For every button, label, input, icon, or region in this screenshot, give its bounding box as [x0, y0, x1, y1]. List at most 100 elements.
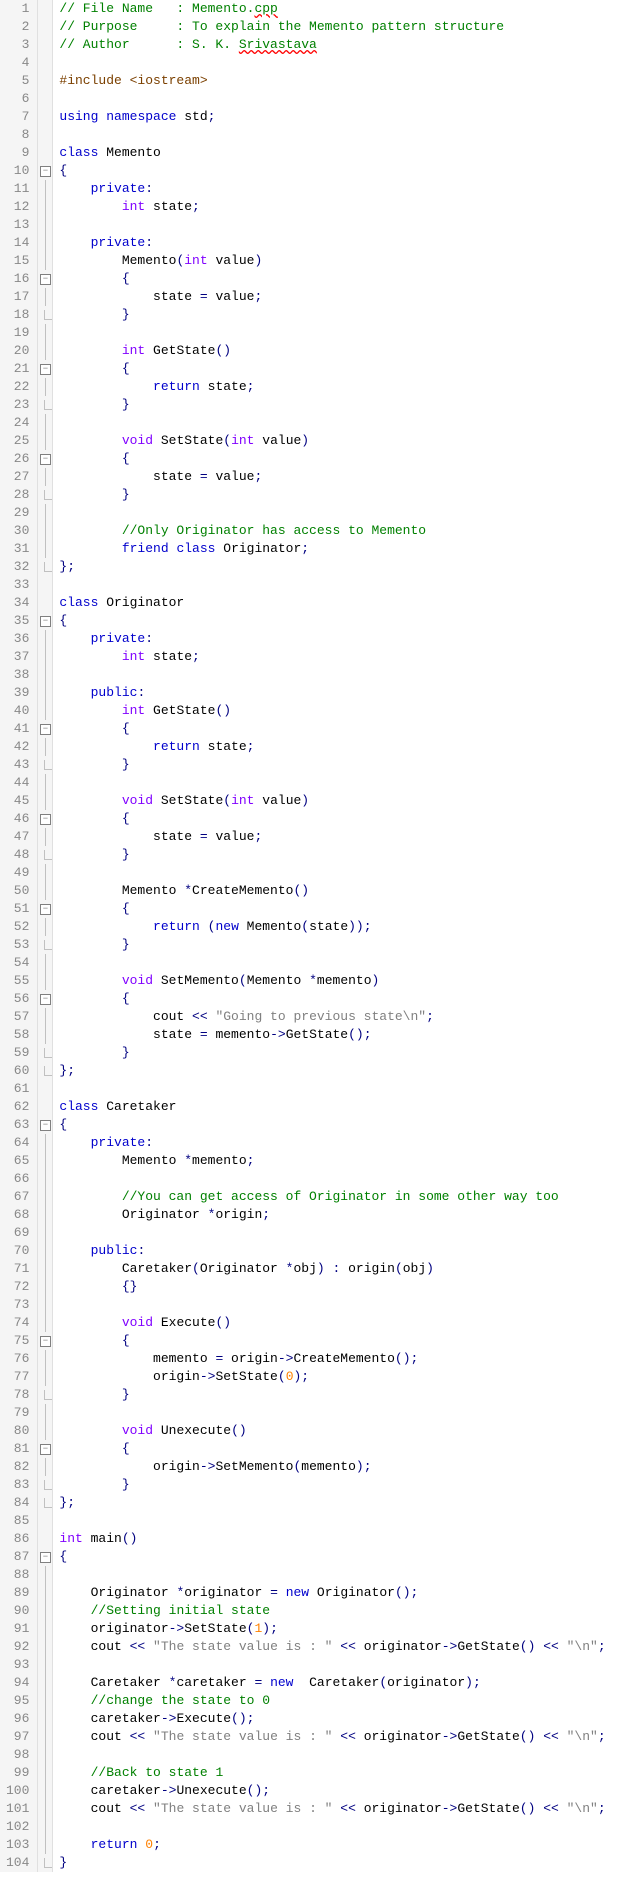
- code-line[interactable]: memento = origin->CreateMemento();: [59, 1350, 605, 1368]
- code-line[interactable]: class Memento: [59, 144, 605, 162]
- fold-marker[interactable]: −: [38, 270, 52, 288]
- code-line[interactable]: origin->SetState(0);: [59, 1368, 605, 1386]
- code-line[interactable]: Memento(int value): [59, 252, 605, 270]
- code-line[interactable]: void Unexecute(): [59, 1422, 605, 1440]
- code-line[interactable]: friend class Originator;: [59, 540, 605, 558]
- code-line[interactable]: [59, 576, 605, 594]
- code-line[interactable]: private:: [59, 234, 605, 252]
- fold-marker[interactable]: −: [38, 612, 52, 630]
- code-line[interactable]: [59, 126, 605, 144]
- code-line[interactable]: state = value;: [59, 288, 605, 306]
- fold-marker[interactable]: −: [38, 162, 52, 180]
- code-line[interactable]: int main(): [59, 1530, 605, 1548]
- code-line[interactable]: };: [59, 558, 605, 576]
- code-line[interactable]: using namespace std;: [59, 108, 605, 126]
- code-line[interactable]: void SetState(int value): [59, 432, 605, 450]
- code-line[interactable]: public:: [59, 684, 605, 702]
- code-line[interactable]: {: [59, 720, 605, 738]
- fold-marker[interactable]: −: [38, 720, 52, 738]
- code-line[interactable]: // Author : S. K. Srivastava: [59, 36, 605, 54]
- code-line[interactable]: {: [59, 810, 605, 828]
- code-line[interactable]: }: [59, 306, 605, 324]
- fold-marker[interactable]: −: [38, 810, 52, 828]
- code-line[interactable]: class Caretaker: [59, 1098, 605, 1116]
- fold-marker[interactable]: −: [38, 1440, 52, 1458]
- code-line[interactable]: [59, 90, 605, 108]
- code-line[interactable]: int state;: [59, 648, 605, 666]
- code-line[interactable]: [59, 1296, 605, 1314]
- code-line[interactable]: };: [59, 1062, 605, 1080]
- code-line[interactable]: cout << "The state value is : " << origi…: [59, 1638, 605, 1656]
- code-line[interactable]: }: [59, 1044, 605, 1062]
- code-line[interactable]: // File Name : Memento.cpp: [59, 0, 605, 18]
- code-line[interactable]: [59, 504, 605, 522]
- code-line[interactable]: void Execute(): [59, 1314, 605, 1332]
- code-line[interactable]: caretaker->Execute();: [59, 1710, 605, 1728]
- code-line[interactable]: int GetState(): [59, 702, 605, 720]
- code-line[interactable]: [59, 414, 605, 432]
- code-line[interactable]: [59, 1170, 605, 1188]
- code-line[interactable]: {: [59, 990, 605, 1008]
- code-line[interactable]: state = value;: [59, 468, 605, 486]
- code-line[interactable]: [59, 1656, 605, 1674]
- code-line[interactable]: class Originator: [59, 594, 605, 612]
- code-line[interactable]: Originator *originator = new Originator(…: [59, 1584, 605, 1602]
- fold-marker[interactable]: −: [38, 1548, 52, 1566]
- code-line[interactable]: [59, 666, 605, 684]
- code-line[interactable]: [59, 1746, 605, 1764]
- code-line[interactable]: public:: [59, 1242, 605, 1260]
- code-line[interactable]: Caretaker *caretaker = new Caretaker(ori…: [59, 1674, 605, 1692]
- fold-marker[interactable]: −: [38, 1332, 52, 1350]
- code-line[interactable]: return (new Memento(state));: [59, 918, 605, 936]
- code-line[interactable]: cout << "The state value is : " << origi…: [59, 1800, 605, 1818]
- code-line[interactable]: originator->SetState(1);: [59, 1620, 605, 1638]
- code-line[interactable]: caretaker->Unexecute();: [59, 1782, 605, 1800]
- code-line[interactable]: return 0;: [59, 1836, 605, 1854]
- code-line[interactable]: }: [59, 396, 605, 414]
- fold-marker[interactable]: −: [38, 1116, 52, 1134]
- code-line[interactable]: //Back to state 1: [59, 1764, 605, 1782]
- code-line[interactable]: [59, 54, 605, 72]
- code-line[interactable]: {: [59, 1548, 605, 1566]
- code-line[interactable]: [59, 954, 605, 972]
- code-line[interactable]: {: [59, 612, 605, 630]
- code-line[interactable]: Caretaker(Originator *obj) : origin(obj): [59, 1260, 605, 1278]
- code-line[interactable]: }: [59, 1476, 605, 1494]
- code-line[interactable]: cout << "Going to previous state\n";: [59, 1008, 605, 1026]
- code-line[interactable]: //Only Originator has access to Memento: [59, 522, 605, 540]
- code-line[interactable]: }: [59, 1854, 605, 1872]
- code-line[interactable]: [59, 864, 605, 882]
- code-line[interactable]: origin->SetMemento(memento);: [59, 1458, 605, 1476]
- code-line[interactable]: }: [59, 846, 605, 864]
- fold-marker[interactable]: −: [38, 900, 52, 918]
- code-line[interactable]: Originator *origin;: [59, 1206, 605, 1224]
- code-line[interactable]: state = memento->GetState();: [59, 1026, 605, 1044]
- code-line[interactable]: //change the state to 0: [59, 1692, 605, 1710]
- code-line[interactable]: [59, 1512, 605, 1530]
- code-line[interactable]: }: [59, 486, 605, 504]
- code-line[interactable]: [59, 1404, 605, 1422]
- code-line[interactable]: {: [59, 1332, 605, 1350]
- fold-gutter[interactable]: −−−−−−−−−−−−−: [38, 0, 53, 1872]
- code-line[interactable]: {: [59, 450, 605, 468]
- code-line[interactable]: void SetMemento(Memento *memento): [59, 972, 605, 990]
- code-line[interactable]: int GetState(): [59, 342, 605, 360]
- fold-marker[interactable]: −: [38, 360, 52, 378]
- code-line[interactable]: cout << "The state value is : " << origi…: [59, 1728, 605, 1746]
- code-line[interactable]: [59, 1566, 605, 1584]
- code-line[interactable]: {: [59, 360, 605, 378]
- fold-marker[interactable]: −: [38, 990, 52, 1008]
- code-line[interactable]: {: [59, 1116, 605, 1134]
- code-line[interactable]: private:: [59, 180, 605, 198]
- code-line[interactable]: Memento *CreateMemento(): [59, 882, 605, 900]
- code-line[interactable]: }: [59, 936, 605, 954]
- code-area[interactable]: // File Name : Memento.cpp// Purpose : T…: [53, 0, 605, 1872]
- code-line[interactable]: };: [59, 1494, 605, 1512]
- code-line[interactable]: //You can get access of Originator in so…: [59, 1188, 605, 1206]
- code-line[interactable]: }: [59, 756, 605, 774]
- code-line[interactable]: // Purpose : To explain the Memento patt…: [59, 18, 605, 36]
- code-line[interactable]: void SetState(int value): [59, 792, 605, 810]
- code-line[interactable]: int state;: [59, 198, 605, 216]
- code-line[interactable]: [59, 324, 605, 342]
- code-line[interactable]: [59, 774, 605, 792]
